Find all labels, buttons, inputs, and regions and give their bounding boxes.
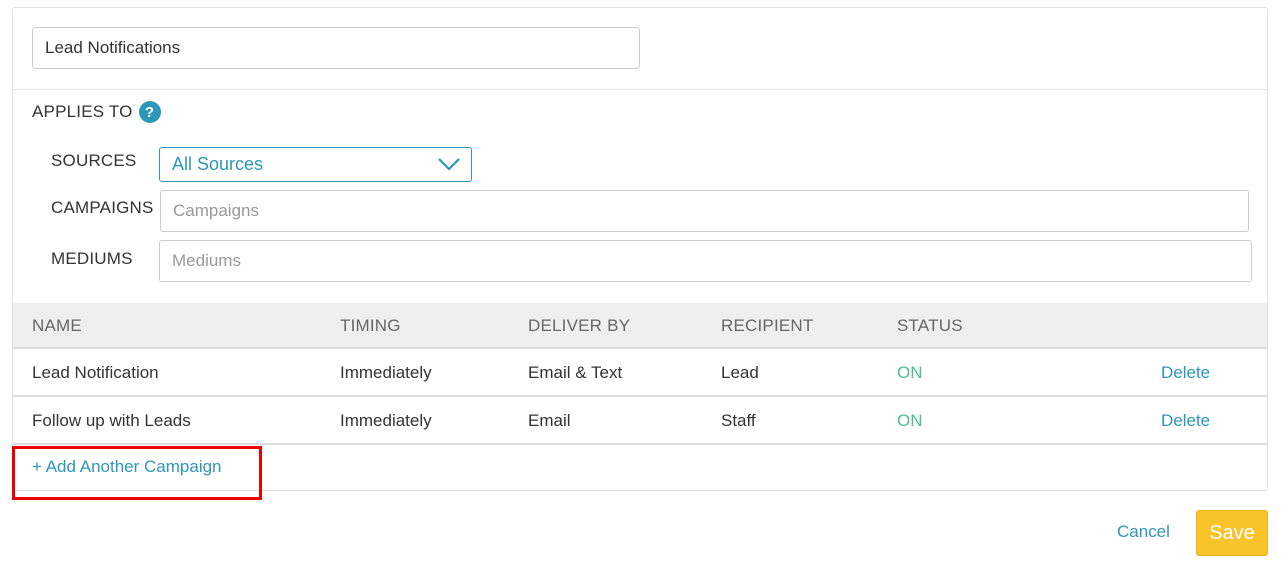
status-toggle[interactable]: ON <box>897 411 923 431</box>
cancel-button[interactable]: Cancel <box>1117 522 1170 542</box>
title-section <box>13 8 1267 90</box>
mediums-input[interactable] <box>159 240 1252 282</box>
campaign-recipient: Lead <box>721 363 759 382</box>
campaign-recipient: Staff <box>721 411 756 430</box>
column-header-deliver-by[interactable]: DELIVER BY <box>528 316 630 336</box>
chevron-down-icon <box>438 158 460 171</box>
applies-to-label: APPLIES TO <box>32 102 133 121</box>
campaign-name: Follow up with Leads <box>32 411 191 430</box>
table-row[interactable]: Lead Notification Immediately Email & Te… <box>13 349 1267 397</box>
notification-name-input[interactable] <box>32 27 640 69</box>
sources-selected-value: All Sources <box>172 154 264 174</box>
delete-button[interactable]: Delete <box>1161 363 1210 383</box>
column-header-name[interactable]: NAME <box>32 316 82 336</box>
column-header-status[interactable]: STATUS <box>897 316 963 336</box>
mediums-label: MEDIUMS <box>51 249 133 268</box>
campaigns-label: CAMPAIGNS <box>51 198 154 217</box>
campaign-deliver-by: Email <box>528 411 571 430</box>
column-header-recipient[interactable]: RECIPIENT <box>721 316 813 336</box>
question-circle-icon[interactable]: ? <box>138 101 161 123</box>
add-another-campaign-link[interactable]: + Add Another Campaign <box>32 457 222 477</box>
campaign-deliver-by: Email & Text <box>528 363 623 382</box>
campaigns-input[interactable] <box>160 190 1249 232</box>
save-button[interactable]: Save <box>1196 510 1268 556</box>
notification-settings-card: APPLIES TO ? SOURCES All Sources CAMPAIG… <box>12 7 1268 491</box>
status-toggle[interactable]: ON <box>897 363 923 383</box>
column-header-timing[interactable]: TIMING <box>340 316 401 336</box>
sources-select[interactable]: All Sources <box>159 147 472 182</box>
campaign-timing: Immediately <box>340 363 432 382</box>
campaign-timing: Immediately <box>340 411 432 430</box>
applies-to-heading: APPLIES TO ? <box>32 101 161 123</box>
table-row[interactable]: Follow up with Leads Immediately Email S… <box>13 397 1267 445</box>
delete-button[interactable]: Delete <box>1161 411 1210 431</box>
campaign-name: Lead Notification <box>32 363 159 382</box>
campaign-table-header: NAME TIMING DELIVER BY RECIPIENT STATUS <box>13 303 1267 349</box>
sources-label: SOURCES <box>51 151 137 170</box>
